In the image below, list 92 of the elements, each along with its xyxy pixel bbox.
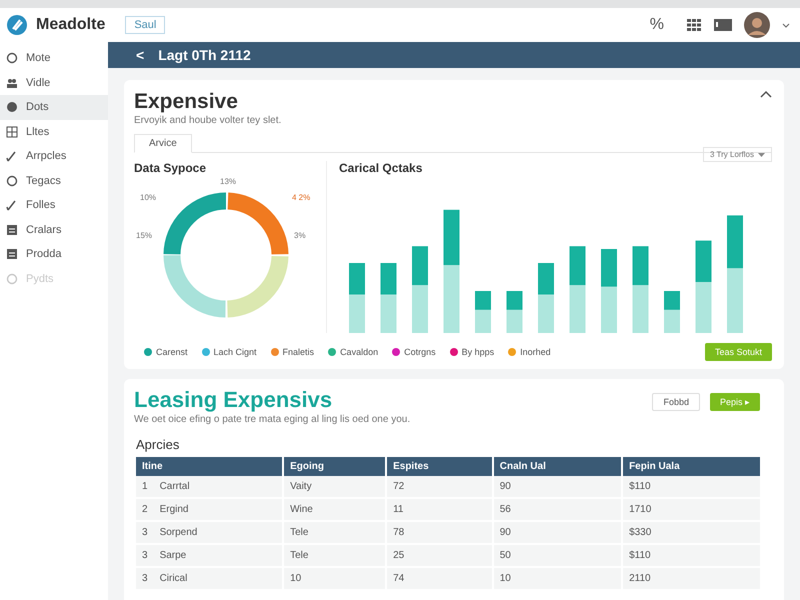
sidebar-item[interactable]: Vidle <box>0 70 108 95</box>
row-number: 3 <box>142 573 148 584</box>
table-cell: 10 <box>500 573 511 584</box>
column-header: Itine <box>136 457 284 476</box>
sidebar-item[interactable]: Prodda <box>0 242 108 266</box>
sidebar-item[interactable]: Mote <box>0 46 108 70</box>
row-number: 3 <box>142 527 148 538</box>
table-cell: $110 <box>629 481 651 492</box>
table-cell: 10 <box>290 573 302 584</box>
table-cell: Sarpe <box>160 550 186 561</box>
legend-label: Fnaletis <box>282 347 314 357</box>
sidebar-item[interactable]: Arrpcles <box>0 144 108 168</box>
table-cell: Tele <box>290 527 308 538</box>
donut-label: 15% <box>136 231 152 240</box>
legend-label: Cavaldon <box>340 347 378 357</box>
brand-name: Meadolte <box>36 16 106 34</box>
top-button[interactable]: Saul <box>125 16 166 34</box>
chart-bar <box>506 291 522 333</box>
table-cell: 25 <box>393 550 404 561</box>
grid-icon <box>6 126 18 138</box>
card-subtitle: Ervoyik and hoube volter tey slet. <box>134 115 282 126</box>
percent-icon[interactable]: % <box>650 16 664 34</box>
table-cell: Wine <box>290 504 313 515</box>
table-cell: Vaity <box>290 481 312 492</box>
table-cell: 50 <box>500 550 511 561</box>
donut-label: 13% <box>220 177 236 186</box>
card-title: Leasing Expensivs <box>134 387 334 413</box>
legend-label: Carenst <box>156 347 188 357</box>
table-cell: 2110 <box>629 573 651 584</box>
list-icon <box>6 224 18 236</box>
table-cell: 1710 <box>629 504 652 515</box>
table-cell: Carrtal <box>160 481 190 492</box>
donut-label: 4 2% <box>292 193 310 202</box>
sidebar-item[interactable]: Dots <box>0 95 108 120</box>
table-cell: $110 <box>629 550 651 561</box>
chart-title: Data Sypoce <box>134 161 208 175</box>
back-button[interactable]: < <box>136 47 144 63</box>
circle-icon <box>6 272 18 285</box>
donut-label: 3% <box>294 231 306 240</box>
table-cell: 74 <box>393 573 404 584</box>
row-number: 2 <box>142 504 148 515</box>
table-cell: 72 <box>393 481 404 492</box>
table-cell: Cirical <box>160 573 188 584</box>
section-title: Aprcies <box>136 437 180 452</box>
chart-bar <box>664 291 680 333</box>
table-cell: 90 <box>500 527 511 538</box>
card-title: Expensive <box>134 90 239 114</box>
logo-icon <box>6 14 28 36</box>
column-header: Espites <box>386 457 493 476</box>
card-button[interactable]: Fobbd <box>652 393 700 411</box>
caret-icon[interactable] <box>782 22 790 28</box>
legend-label: Cotrgns <box>404 347 436 357</box>
column-header: Egoing <box>283 457 386 476</box>
table-cell: Tele <box>290 550 308 561</box>
circle-icon <box>6 174 18 187</box>
sidebar-item[interactable]: Folles <box>0 193 108 218</box>
row-number: 3 <box>142 550 148 561</box>
table-cell: 11 <box>393 504 404 515</box>
list-icon <box>6 248 18 260</box>
tab[interactable]: Arvice <box>134 134 192 153</box>
table-cell: Ergind <box>160 504 188 515</box>
avatar-icon[interactable] <box>744 12 770 38</box>
table-cell: $330 <box>629 527 652 538</box>
sidebar-item[interactable]: Tegacs <box>0 168 108 193</box>
table-cell: Sorpend <box>160 527 198 538</box>
legend-label: By hpps <box>462 347 494 357</box>
collapse-icon[interactable] <box>760 90 772 98</box>
sidebar-item[interactable]: Lltes <box>0 120 108 144</box>
table-cell: 78 <box>393 527 404 538</box>
dot-icon <box>6 101 18 114</box>
table-cell: 90 <box>500 481 511 492</box>
range-dropdown[interactable]: 3 Try Lorflos <box>702 147 772 162</box>
card-icon[interactable] <box>714 19 732 31</box>
donut-label: 10% <box>140 193 156 202</box>
row-number: 1 <box>142 481 148 492</box>
chart-bar <box>380 263 396 333</box>
chart-title: Carical Qctaks <box>339 161 422 175</box>
legend-label: Lach Cignt <box>214 347 257 357</box>
chart-bar <box>349 263 365 333</box>
grid-icon[interactable] <box>686 18 702 32</box>
people-icon <box>6 76 18 89</box>
header-title: Lagt 0Th 2112 <box>158 47 251 63</box>
table-cell: 56 <box>500 504 511 515</box>
chart-bar <box>475 291 491 333</box>
column-header: Cnaln Ual <box>492 457 622 476</box>
sidebar-item[interactable]: Cralars <box>0 218 108 242</box>
column-header: Fepin Uala <box>622 457 761 476</box>
caret-icon <box>758 152 765 157</box>
chart-bar <box>538 263 554 333</box>
card-subtitle: We oet oice efing o pate tre mata eging al ling lis oed one you. <box>134 414 410 425</box>
legend-label: Inorhed <box>520 347 551 357</box>
circle-icon <box>6 52 18 64</box>
